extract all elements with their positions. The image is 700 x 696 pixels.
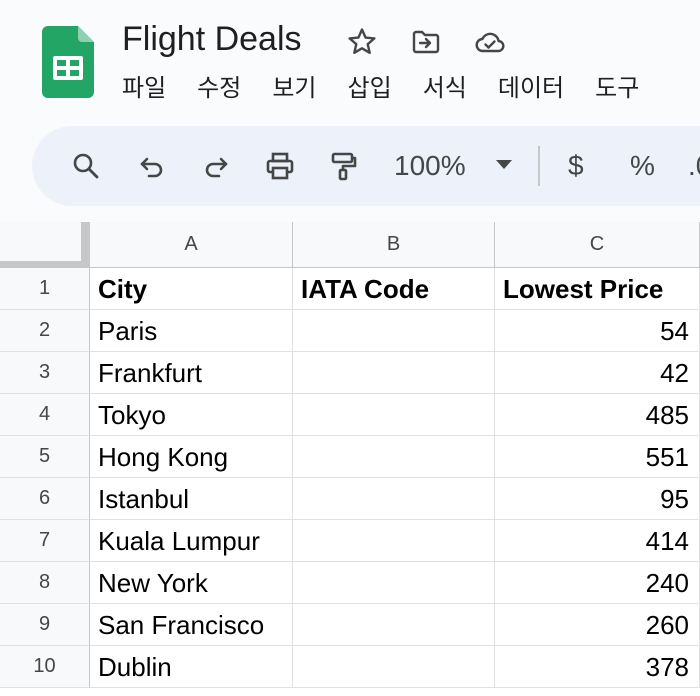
column-header-c[interactable]: C xyxy=(495,222,700,268)
menu-data[interactable]: 데이터 xyxy=(498,68,564,108)
row-header[interactable]: 5 xyxy=(0,436,90,478)
menu-file[interactable]: 파일 xyxy=(122,68,166,108)
cell-b[interactable] xyxy=(293,394,495,436)
column-header-a[interactable]: A xyxy=(90,222,293,268)
cell-b[interactable] xyxy=(293,352,495,394)
menu-insert[interactable]: 삽입 xyxy=(348,68,392,108)
toolbar-divider xyxy=(538,146,540,186)
search-icon[interactable] xyxy=(64,144,108,188)
cell-a[interactable]: Frankfurt xyxy=(90,352,293,394)
row-header[interactable]: 10 xyxy=(0,646,90,688)
cloud-saved-icon[interactable] xyxy=(470,22,510,62)
cell-a[interactable]: New York xyxy=(90,562,293,604)
format-percent-button[interactable]: % xyxy=(630,144,655,188)
chevron-down-icon xyxy=(496,160,512,169)
cell-c[interactable]: 378 xyxy=(495,646,700,688)
cell-b[interactable] xyxy=(293,478,495,520)
row-header[interactable]: 7 xyxy=(0,520,90,562)
cell-a[interactable]: Kuala Lumpur xyxy=(90,520,293,562)
zoom-value: 100% xyxy=(394,150,466,181)
cell-b[interactable] xyxy=(293,310,495,352)
cell-a[interactable]: Istanbul xyxy=(90,478,293,520)
format-currency-button[interactable]: $ xyxy=(568,144,584,188)
paint-format-icon[interactable] xyxy=(322,144,366,188)
menu-bar: 파일 수정 보기 삽입 서식 데이터 도구 xyxy=(122,68,639,108)
cell-b[interactable] xyxy=(293,562,495,604)
menu-edit[interactable]: 수정 xyxy=(197,68,241,108)
move-to-folder-icon[interactable] xyxy=(406,22,446,62)
redo-icon[interactable] xyxy=(194,144,238,188)
menu-view[interactable]: 보기 xyxy=(272,68,316,108)
cell-b[interactable] xyxy=(293,520,495,562)
cell-a[interactable]: Paris xyxy=(90,310,293,352)
cell-b[interactable] xyxy=(293,646,495,688)
cell-a[interactable]: San Francisco xyxy=(90,604,293,646)
select-all-corner[interactable] xyxy=(0,222,90,268)
toolbar: 100% $ % .0 xyxy=(32,126,700,206)
header-cell-a[interactable]: City xyxy=(90,268,293,310)
cell-b[interactable] xyxy=(293,436,495,478)
header-cell-c[interactable]: Lowest Price xyxy=(495,268,700,310)
row-header[interactable]: 2 xyxy=(0,310,90,352)
cell-a[interactable]: Hong Kong xyxy=(90,436,293,478)
undo-icon[interactable] xyxy=(130,144,174,188)
spreadsheet-grid: A B C 1 City IATA Code Lowest Price 2 Paris 54… xyxy=(0,222,700,696)
star-icon[interactable] xyxy=(342,22,382,62)
cell-c[interactable]: 240 xyxy=(495,562,700,604)
print-icon[interactable] xyxy=(258,144,302,188)
row-header[interactable]: 9 xyxy=(0,604,90,646)
row-header[interactable]: 4 xyxy=(0,394,90,436)
cell-c[interactable]: 54 xyxy=(495,310,700,352)
sheets-logo-icon[interactable] xyxy=(42,26,94,98)
row-header[interactable]: 3 xyxy=(0,352,90,394)
cell-a[interactable]: Dublin xyxy=(90,646,293,688)
row-header[interactable]: 6 xyxy=(0,478,90,520)
row-header[interactable]: 1 xyxy=(0,268,90,310)
document-title[interactable]: Flight Deals xyxy=(122,17,302,61)
cell-c[interactable]: 42 xyxy=(495,352,700,394)
cell-c[interactable]: 551 xyxy=(495,436,700,478)
cell-a[interactable]: Tokyo xyxy=(90,394,293,436)
column-header-b[interactable]: B xyxy=(293,222,495,268)
zoom-select[interactable]: 100% xyxy=(394,144,522,188)
cell-c[interactable]: 260 xyxy=(495,604,700,646)
cell-b[interactable] xyxy=(293,604,495,646)
cell-c[interactable]: 485 xyxy=(495,394,700,436)
header-cell-b[interactable]: IATA Code xyxy=(293,268,495,310)
cell-c[interactable]: 95 xyxy=(495,478,700,520)
decrease-decimal-button[interactable]: .0 xyxy=(688,144,700,188)
menu-format[interactable]: 서식 xyxy=(423,68,467,108)
row-header[interactable]: 8 xyxy=(0,562,90,604)
cell-c[interactable]: 414 xyxy=(495,520,700,562)
frozen-row-handle[interactable] xyxy=(0,261,90,267)
sheets-app: Flight Deals 파일 수정 보기 삽입 서식 데이터 도구 100% … xyxy=(0,0,700,696)
menu-tools[interactable]: 도구 xyxy=(595,68,639,108)
